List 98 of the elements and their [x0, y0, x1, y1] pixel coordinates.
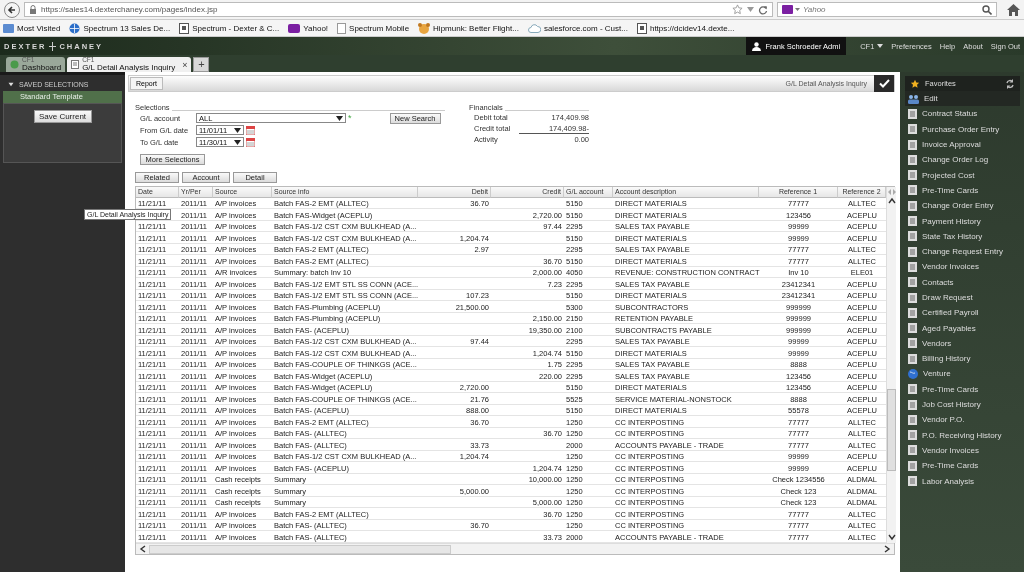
favorite-link[interactable]: Change Order Entry	[905, 198, 1020, 214]
document-icon	[908, 231, 917, 242]
favorite-link[interactable]: P.O. Receiving History	[905, 427, 1020, 443]
favorite-link[interactable]: Payment History	[905, 213, 1020, 229]
favorite-link[interactable]: Vendors	[905, 335, 1020, 352]
document-icon	[908, 292, 917, 303]
document-icon	[908, 216, 917, 226]
document-icon	[71, 60, 80, 69]
star-icon	[910, 78, 920, 89]
lock-icon	[29, 5, 37, 14]
favorite-link[interactable]: Aged Payables	[905, 320, 1020, 336]
bookmark-link[interactable]: salesforce.com - Cust...	[527, 23, 628, 33]
calendar-icon[interactable]	[246, 125, 255, 135]
favorite-link[interactable]: Contacts	[905, 274, 1020, 290]
people-icon	[908, 93, 919, 104]
back-icon[interactable]	[4, 1, 20, 18]
favorite-link[interactable]: Pre-Time Cards	[905, 381, 1020, 397]
favorite-link[interactable]: Draw Request	[905, 289, 1020, 306]
document-icon	[908, 353, 917, 364]
favorite-link[interactable]: Certified Payroll	[905, 305, 1020, 321]
scroll-thumb[interactable]	[149, 544, 451, 554]
document-icon	[908, 200, 917, 211]
document-icon	[908, 261, 917, 272]
document-icon	[908, 307, 917, 318]
favorite-link[interactable]: Labor Analysis	[905, 473, 1020, 489]
bookmark-link[interactable]: Spectrum - Dexter & C...	[179, 22, 280, 34]
document-icon	[908, 430, 917, 441]
scroll-thumb[interactable]	[887, 389, 896, 471]
favorite-link[interactable]: Pre-Time Cards	[905, 458, 1020, 474]
favorite-link[interactable]: Billing History	[905, 351, 1020, 367]
search-icon[interactable]	[982, 4, 992, 15]
scroll-down-icon[interactable]	[887, 533, 896, 541]
animal-face-icon	[418, 22, 431, 34]
favorite-link[interactable]: Vendor Invoices	[905, 259, 1020, 275]
horizontal-scrollbar[interactable]	[136, 543, 894, 554]
save-current-button[interactable]: Save Current	[33, 110, 92, 123]
dropdown-icon[interactable]	[747, 7, 754, 12]
document-icon	[908, 108, 917, 119]
document-icon	[908, 460, 917, 471]
globe-icon	[10, 60, 19, 69]
globe-icon	[908, 369, 918, 379]
user-icon	[751, 41, 761, 51]
document-icon	[908, 154, 917, 165]
add-tab-button[interactable]: +	[193, 57, 210, 72]
scroll-left-icon[interactable]	[139, 545, 147, 553]
scroll-right-icon[interactable]	[883, 545, 891, 553]
favorite-link[interactable]: Vendor Invoices	[905, 442, 1020, 459]
document-icon	[908, 323, 917, 334]
caret-icon	[877, 44, 884, 48]
document-icon	[908, 399, 917, 410]
vertical-scrollbar[interactable]	[886, 187, 896, 543]
document-icon	[908, 414, 917, 425]
document-icon	[908, 476, 917, 487]
refresh-icon[interactable]	[1005, 78, 1015, 89]
bookmark-link[interactable]: Yahoo!	[288, 23, 329, 33]
star-icon[interactable]	[732, 4, 743, 15]
bookmark-link[interactable]: Most Visited	[3, 23, 61, 33]
favorite-link[interactable]: State Tax History	[905, 228, 1020, 244]
bookmark-link[interactable]: https://dcidev14.dexte...	[636, 22, 735, 34]
document-icon	[908, 139, 917, 150]
dropdown-icon	[336, 115, 343, 121]
address-field[interactable]: https://sales14.dexterchaney.com/pages/index.jsp	[24, 2, 773, 17]
calendar-icon[interactable]	[246, 137, 255, 147]
cloud-icon	[527, 23, 541, 33]
search-field[interactable]: Yahoo	[777, 2, 997, 17]
column-resize-icon	[887, 189, 896, 195]
document-icon	[908, 338, 917, 349]
bookmark-link[interactable]: Spectrum Mobile	[337, 22, 410, 34]
favorite-link[interactable]: Change Order Log	[905, 152, 1020, 168]
favorite-link[interactable]: Contract Status	[905, 106, 1020, 122]
favorite-link[interactable]: Edit	[905, 91, 1020, 107]
document-icon	[908, 384, 917, 395]
document-icon	[908, 185, 917, 196]
favorite-link[interactable]: Invoice Approval	[905, 136, 1020, 153]
yahoo-icon	[288, 23, 301, 33]
scroll-up-icon[interactable]	[887, 197, 896, 205]
document-icon	[908, 124, 917, 135]
folder-icon	[3, 23, 14, 33]
favorite-link[interactable]: Vendor P.O.	[905, 412, 1020, 428]
favorite-link[interactable]: Pre-Time Cards	[905, 182, 1020, 199]
bookmark-link[interactable]: Hipmunk: Better Flight...	[418, 22, 519, 34]
home-icon[interactable]	[1007, 3, 1020, 16]
confirm-button[interactable]	[874, 75, 894, 92]
document-icon	[908, 170, 917, 181]
favorite-link[interactable]: Purchase Order Entry	[905, 121, 1020, 137]
logo-divider-icon	[49, 41, 57, 51]
favorite-link[interactable]: Venture	[905, 366, 1020, 382]
search-engine-icon	[782, 5, 800, 14]
checkmark-icon	[878, 79, 890, 88]
favorite-link[interactable]: Projected Cost	[905, 167, 1020, 183]
favorite-link[interactable]: Job Cost History	[905, 396, 1020, 413]
bookmark-link[interactable]: Spectrum 13 Sales De...	[69, 22, 171, 34]
document-icon	[908, 277, 917, 288]
required-mark: *	[348, 113, 352, 123]
document-icon	[908, 246, 917, 257]
document-icon	[908, 445, 917, 456]
reload-icon[interactable]	[758, 4, 768, 15]
favorite-link[interactable]: Change Request Entry	[905, 243, 1020, 260]
